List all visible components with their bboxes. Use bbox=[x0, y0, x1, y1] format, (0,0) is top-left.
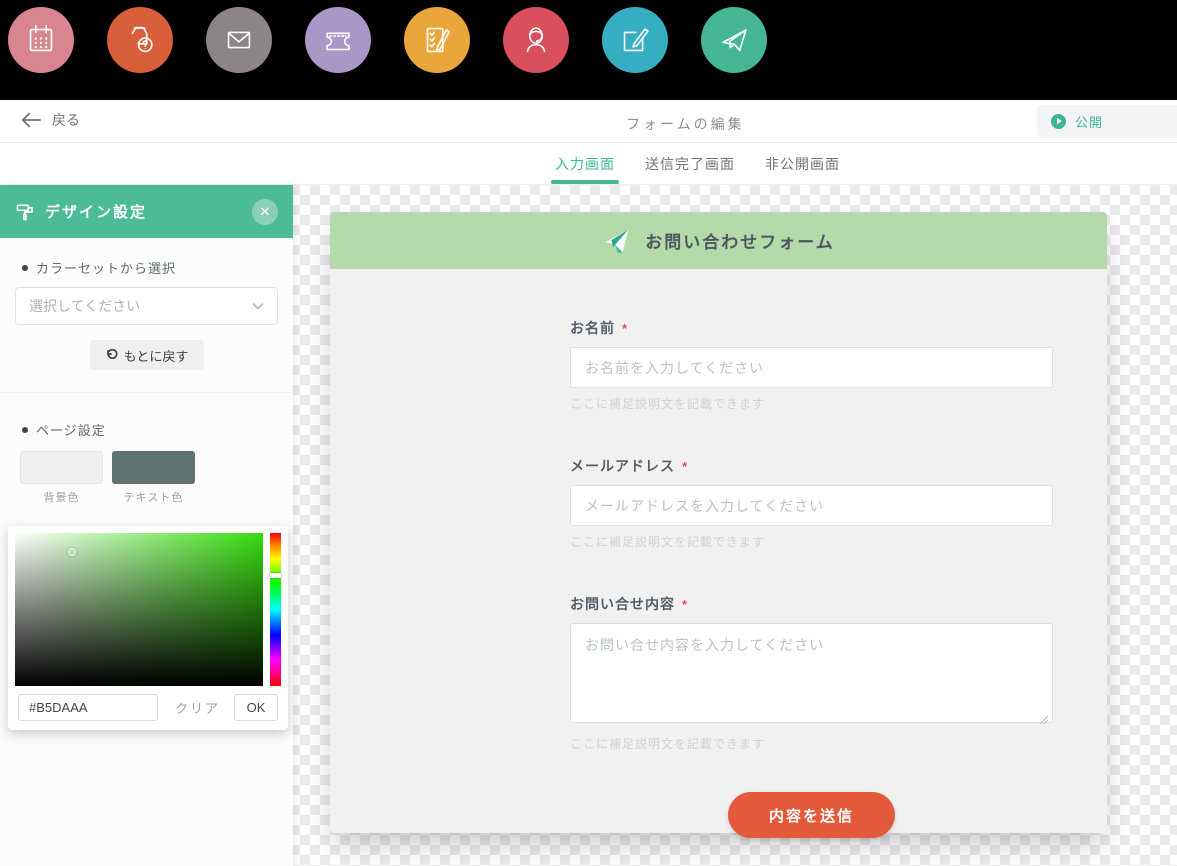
ok-button[interactable]: OK bbox=[234, 694, 278, 721]
hue-slider[interactable] bbox=[270, 533, 281, 686]
form-title: お問い合わせフォーム bbox=[645, 228, 835, 253]
tab-input-screen[interactable]: 入力画面 bbox=[553, 143, 617, 184]
publish-label: 公開 bbox=[1075, 112, 1103, 131]
field-helper-text: ここに補足説明文を記載できます bbox=[570, 735, 1053, 752]
resize-handle-icon[interactable] bbox=[1039, 712, 1049, 722]
field-helper-text: ここに補足説明文を記載できます bbox=[570, 533, 1053, 550]
email-input[interactable] bbox=[570, 485, 1053, 526]
field-label: お名前 bbox=[570, 318, 615, 338]
calendar-app-button[interactable] bbox=[8, 7, 74, 73]
divider bbox=[0, 392, 293, 393]
editor-canvas: デザイン設定 ✕ カラーセットから選択 選択してください もとに戻す bbox=[0, 185, 1177, 866]
ticket-app-button[interactable] bbox=[305, 7, 371, 73]
envelope-icon bbox=[220, 21, 258, 59]
app-icon-bar bbox=[0, 0, 1177, 100]
required-asterisk: * bbox=[682, 459, 687, 474]
play-icon bbox=[1051, 114, 1066, 129]
ticket-icon bbox=[319, 21, 357, 59]
reset-button[interactable]: もとに戻す bbox=[90, 340, 204, 370]
inquiry-field-group: お問い合せ内容 * ここに補足説明文を記載できます bbox=[570, 594, 1053, 752]
tab-complete-screen[interactable]: 送信完了画面 bbox=[643, 143, 737, 184]
page-text-color-swatch[interactable] bbox=[112, 451, 195, 484]
swatch-label: テキスト色 bbox=[124, 489, 184, 505]
design-panel-title: デザイン設定 bbox=[45, 201, 147, 222]
publish-button[interactable]: 公開 bbox=[1037, 105, 1177, 138]
form-logo-icon bbox=[602, 227, 632, 255]
checklist-pencil-icon bbox=[418, 21, 456, 59]
undo-icon bbox=[105, 349, 118, 362]
page-title: フォームの編集 bbox=[626, 114, 745, 134]
color-picker-popup: クリア OK bbox=[8, 526, 288, 730]
page-background-color-swatch[interactable] bbox=[20, 451, 103, 484]
compose-icon bbox=[616, 21, 654, 59]
field-label: お問い合せ内容 bbox=[570, 594, 675, 614]
compose-app-button[interactable] bbox=[602, 7, 668, 73]
support-app-button[interactable] bbox=[503, 7, 569, 73]
bullet-icon bbox=[22, 265, 28, 271]
paint-roller-icon bbox=[15, 202, 35, 222]
email-field-group: メールアドレス * ここに補足説明文を記載できます bbox=[570, 456, 1053, 550]
checklist-app-button[interactable] bbox=[404, 7, 470, 73]
reset-label: もとに戻す bbox=[124, 346, 189, 365]
required-asterisk: * bbox=[682, 597, 687, 612]
field-label: メールアドレス bbox=[570, 456, 675, 476]
design-panel-header: デザイン設定 ✕ bbox=[0, 185, 293, 238]
bag-question-icon bbox=[121, 21, 159, 59]
screen-tab-bar: 入力画面 送信完了画面 非公開画面 bbox=[0, 143, 1177, 185]
editor-header: 戻る フォームの編集 公開 bbox=[0, 100, 1177, 143]
bullet-icon bbox=[22, 427, 28, 433]
name-field-group: お名前 * ここに補足説明文を記載できます bbox=[570, 318, 1053, 412]
bag-question-app-button[interactable] bbox=[107, 7, 173, 73]
form-preview-card: お問い合わせフォーム お名前 * ここに補足説明文を記載できます メールアドレス… bbox=[330, 212, 1107, 833]
field-helper-text: ここに補足説明文を記載できます bbox=[570, 395, 1053, 412]
form-editor-window: 戻る フォームの編集 公開 入力画面 送信完了画面 非公開画面 デザイン設定 ✕ bbox=[0, 100, 1177, 866]
submit-button[interactable]: 内容を送信 bbox=[728, 792, 895, 838]
name-input[interactable] bbox=[570, 347, 1053, 388]
required-asterisk: * bbox=[622, 321, 627, 336]
support-agent-icon bbox=[517, 21, 555, 59]
color-set-select-value: 選択してください bbox=[29, 296, 140, 316]
color-set-section-label: カラーセットから選択 bbox=[22, 258, 278, 277]
envelope-app-button[interactable] bbox=[206, 7, 272, 73]
back-button[interactable]: 戻る bbox=[21, 110, 80, 130]
hue-slider-handle[interactable] bbox=[270, 573, 281, 578]
back-label: 戻る bbox=[52, 110, 80, 130]
saturation-area[interactable] bbox=[15, 533, 263, 686]
page-settings-label: ページ設定 bbox=[22, 420, 278, 439]
hex-color-input[interactable] bbox=[18, 694, 158, 721]
tab-private-screen[interactable]: 非公開画面 bbox=[763, 143, 842, 184]
form-title-bar: お問い合わせフォーム bbox=[330, 212, 1107, 269]
arrow-left-icon bbox=[21, 112, 41, 128]
swatch-label: 背景色 bbox=[44, 489, 80, 505]
send-app-button[interactable] bbox=[701, 7, 767, 73]
inquiry-textarea[interactable] bbox=[570, 623, 1053, 723]
paper-plane-icon bbox=[715, 21, 753, 59]
design-settings-panel: デザイン設定 ✕ カラーセットから選択 選択してください もとに戻す bbox=[0, 185, 293, 866]
color-set-select[interactable]: 選択してください bbox=[15, 287, 278, 325]
saturation-cursor[interactable] bbox=[68, 548, 76, 556]
close-icon[interactable]: ✕ bbox=[252, 199, 278, 225]
chevron-down-icon bbox=[252, 302, 264, 310]
clear-button[interactable]: クリア bbox=[175, 698, 220, 717]
calendar-icon bbox=[22, 21, 60, 59]
